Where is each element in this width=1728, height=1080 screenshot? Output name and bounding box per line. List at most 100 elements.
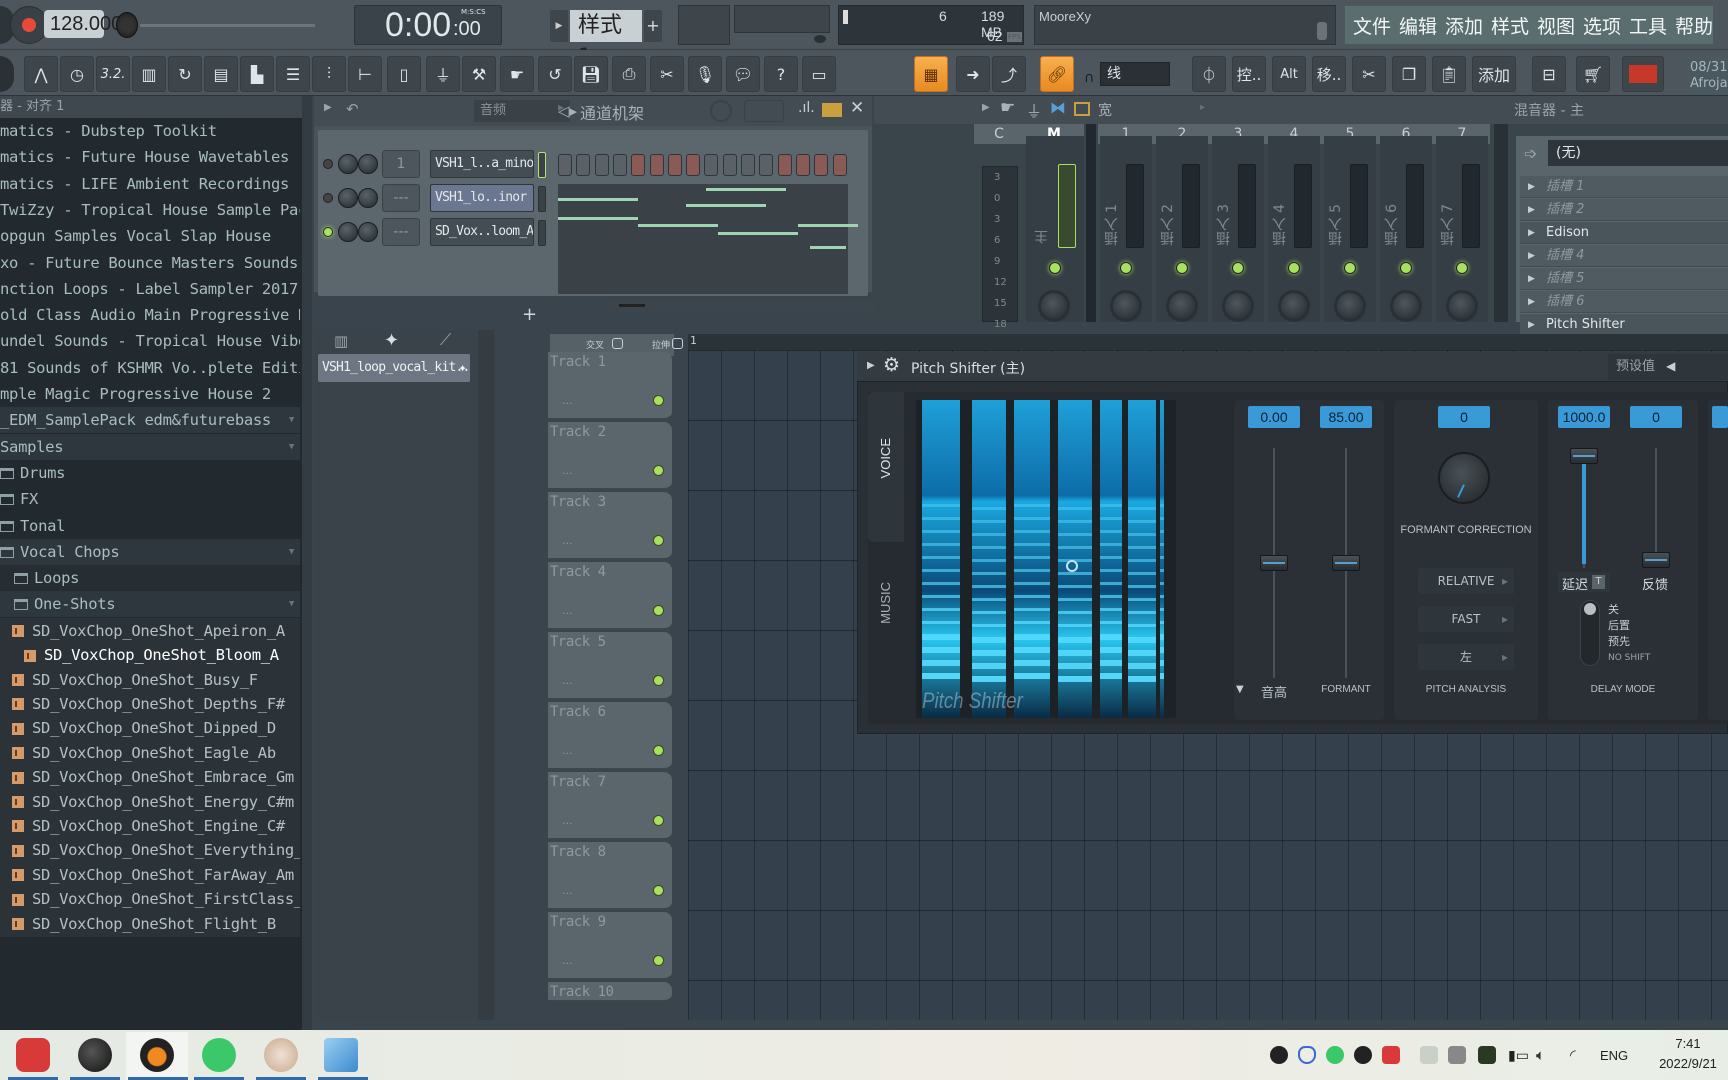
- track-more[interactable]: ...: [562, 674, 573, 687]
- mixer-input-selector[interactable]: (无): [1548, 140, 1728, 166]
- close-icon[interactable]: ✕: [850, 98, 864, 118]
- step-button[interactable]: [631, 154, 646, 176]
- crossfade-toggle[interactable]: [612, 338, 623, 349]
- menu-options[interactable]: 选项: [1583, 12, 1621, 39]
- browser-item[interactable]: old Class Audio Main Progressive House: [0, 302, 300, 328]
- save-button[interactable]: 💾︎: [574, 56, 608, 92]
- track-led[interactable]: [653, 675, 664, 686]
- mixer-effect-slot[interactable]: Pitch Shifter: [1520, 314, 1728, 336]
- channel-name-button[interactable]: VSH1_lo..inor #2: [430, 184, 534, 212]
- menu-edit[interactable]: 编辑: [1399, 12, 1437, 39]
- knob-tool-button[interactable]: ⏀: [1192, 56, 1226, 92]
- battery-charger-icon[interactable]: [1420, 1046, 1438, 1064]
- insert-pan-knob[interactable]: [1166, 290, 1198, 322]
- track-led[interactable]: [653, 885, 664, 896]
- piano-roll-button[interactable]: ▙: [240, 56, 274, 92]
- view-arrow-icon[interactable]: ▸: [1200, 102, 1205, 113]
- playlist-track[interactable]: Track 8...: [548, 842, 672, 910]
- touch-icon[interactable]: ☛: [1000, 98, 1015, 118]
- track-more[interactable]: ...: [562, 394, 573, 407]
- channel-volume-knob[interactable]: [358, 222, 378, 242]
- move-button[interactable]: 移..: [1312, 56, 1346, 92]
- insert-pan-knob[interactable]: [1278, 290, 1310, 322]
- track-led[interactable]: [653, 535, 664, 546]
- music-tab[interactable]: MUSIC: [868, 552, 904, 672]
- step-button[interactable]: [741, 154, 755, 176]
- track-led[interactable]: [653, 395, 664, 406]
- browser-file[interactable]: SD_VoxChop_OneShot_FarAway_Am: [0, 861, 300, 888]
- view-icon[interactable]: [1074, 102, 1090, 116]
- browser-file[interactable]: SD_VoxChop_OneShot_Apeiron_A: [0, 617, 300, 644]
- route-icon[interactable]: ⏚: [1026, 98, 1042, 122]
- eye-icon[interactable]: [814, 35, 826, 43]
- channel-pan-knob[interactable]: [338, 154, 358, 174]
- channel-select-indicator[interactable]: [538, 220, 546, 246]
- fader-button[interactable]: ⊟: [1532, 56, 1566, 92]
- window-layout-button[interactable]: ▭: [802, 56, 836, 92]
- nvidia-icon[interactable]: [1478, 1046, 1496, 1064]
- link-button[interactable]: 🔗︎: [1040, 56, 1074, 92]
- browser-item[interactable]: mple Magic Progressive House 2: [0, 381, 300, 407]
- delay-slider-thumb[interactable]: [1570, 448, 1598, 464]
- browser-item[interactable]: FX: [0, 486, 300, 512]
- automation-icon[interactable]: ⟋: [440, 330, 451, 350]
- typing-keyboard-button[interactable]: ▦: [914, 56, 948, 92]
- browser-item[interactable]: _EDM_SamplePack edm&futurebass ▼: [0, 407, 300, 434]
- extra-value[interactable]: [1712, 406, 1728, 428]
- scroll-thumb[interactable]: [619, 304, 645, 307]
- step-button[interactable]: [832, 154, 847, 176]
- pitch-cursor[interactable]: [1066, 560, 1078, 572]
- channel-mixer-track[interactable]: ---: [382, 218, 420, 246]
- stretch-toggle[interactable]: [672, 338, 683, 349]
- step-edit-button[interactable]: ▥: [132, 56, 166, 92]
- browser-item[interactable]: Samples ▼: [0, 433, 300, 460]
- mixer-effect-slot[interactable]: Edison: [1520, 222, 1728, 244]
- delay-value[interactable]: 1000.0: [1558, 406, 1610, 428]
- channel-led[interactable]: [323, 193, 333, 203]
- step-button[interactable]: [576, 154, 591, 176]
- copy-button[interactable]: ❐: [1392, 56, 1426, 92]
- presets-button[interactable]: 预设值 ◀: [1608, 354, 1728, 380]
- pattern-selector[interactable]: 样式 1: [570, 10, 642, 70]
- spectrogram[interactable]: Pitch Shifter: [916, 400, 1176, 718]
- piano-roll-preview[interactable]: [558, 184, 858, 294]
- insert-pan-knob[interactable]: [1446, 290, 1478, 322]
- browser-item[interactable]: 81 Sounds of KSHMR Vo..plete Edition (Dh…: [0, 355, 300, 381]
- channel-name-button[interactable]: SD_Vox..loom_A: [430, 218, 534, 246]
- clock[interactable]: 7:41 2022/9/21: [1650, 1034, 1726, 1074]
- playlist-track[interactable]: Track 9...: [548, 912, 672, 980]
- channel-rack-button[interactable]: ☰: [276, 56, 310, 92]
- analysis-channel-selector[interactable]: 左: [1418, 644, 1514, 670]
- language-indicator[interactable]: ENG: [1600, 1048, 1628, 1063]
- plugin-picker-button[interactable]: ⚒: [462, 56, 496, 92]
- mixer-effect-slot[interactable]: 插槽 1: [1520, 176, 1728, 198]
- mixer-track-led[interactable]: [1232, 262, 1244, 274]
- channel-select-indicator[interactable]: [538, 186, 546, 212]
- obs-icon[interactable]: [78, 1038, 112, 1072]
- step-button[interactable]: [686, 154, 701, 176]
- pitch-slider-thumb[interactable]: [1260, 555, 1288, 571]
- browser-item[interactable]: xo - Future Bounce Masters Sounds (Free …: [0, 250, 300, 276]
- add-pattern-button[interactable]: +: [644, 10, 662, 42]
- browser-item[interactable]: Tonal: [0, 513, 300, 539]
- step-button[interactable]: [612, 154, 627, 176]
- playlist-timeline[interactable]: 1: [688, 334, 1728, 350]
- browser-file[interactable]: SD_VoxChop_OneShot_Embrace_Gm: [0, 764, 300, 791]
- browser-item[interactable]: Loops: [0, 565, 300, 592]
- mixer-effect-slot[interactable]: 插槽 6: [1520, 291, 1728, 313]
- browser-item[interactable]: opgun Samples Vocal Slap House: [0, 223, 300, 249]
- piano-icon[interactable]: ▥: [334, 332, 348, 350]
- step-button[interactable]: [594, 154, 609, 176]
- browser-file[interactable]: SD_VoxChop_OneShot_FirstClass_Am: [0, 886, 300, 913]
- browser-item[interactable]: matics - Future House Wavetables: [0, 144, 300, 170]
- browser-item[interactable]: undel Sounds - Tropical House Vibes Vol.…: [0, 328, 300, 354]
- browser-file[interactable]: SD_VoxChop_OneShot_Dipped_D: [0, 715, 300, 742]
- channel-row[interactable]: 1 VSH1_l..a_minor: [318, 148, 868, 180]
- channel-mixer-track[interactable]: 1: [382, 150, 420, 178]
- formant-slider-thumb[interactable]: [1332, 555, 1360, 571]
- playlist-track[interactable]: Track 6...: [548, 702, 672, 770]
- track-led[interactable]: [653, 605, 664, 616]
- time-display[interactable]: 0:00 :00 M:S:CS: [354, 5, 502, 45]
- voice-tab[interactable]: VOICE: [868, 392, 904, 542]
- mixer-track-led[interactable]: [1176, 262, 1188, 274]
